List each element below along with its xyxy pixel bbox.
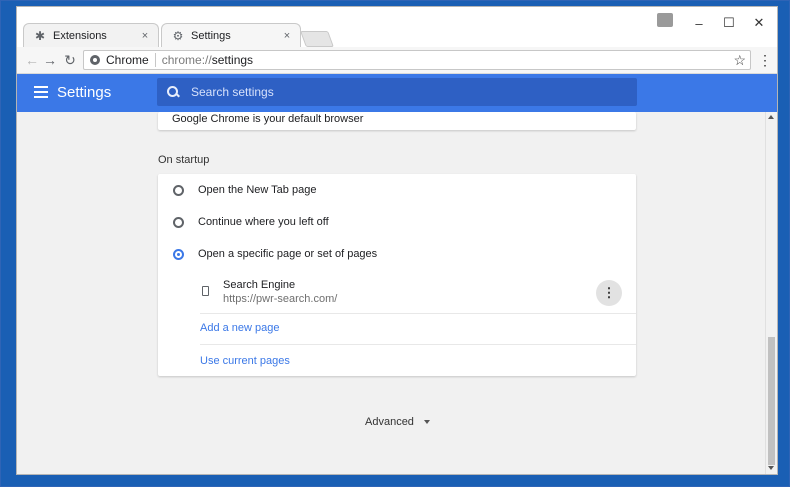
divider — [200, 313, 636, 314]
puzzle-icon: ✱ — [34, 28, 46, 43]
chrome-menu-icon[interactable]: ⋮ — [757, 51, 773, 69]
tab-label: Extensions — [53, 29, 107, 42]
search-input[interactable] — [189, 84, 613, 100]
chevron-down-icon — [423, 420, 430, 424]
radio-label: Continue where you left off — [198, 216, 329, 228]
url-text: chrome://settings — [156, 53, 253, 67]
add-new-page-link[interactable]: Add a new page — [200, 322, 280, 334]
radio-label: Open the New Tab page — [198, 184, 317, 196]
tab-extensions[interactable]: ✱ Extensions × — [23, 23, 159, 47]
use-current-pages-link[interactable]: Use current pages — [200, 355, 290, 367]
url-scheme: chrome:// — [161, 53, 212, 67]
radio-button[interactable] — [173, 216, 184, 228]
hamburger-menu-icon[interactable] — [34, 86, 48, 98]
search-icon — [167, 86, 179, 98]
vertical-scrollbar[interactable] — [765, 112, 777, 474]
page-title: Settings — [57, 84, 112, 101]
chrome-icon — [90, 55, 100, 65]
back-button[interactable]: ← — [23, 51, 41, 69]
new-tab-button[interactable] — [300, 31, 334, 47]
settings-header: Settings — [17, 74, 777, 112]
on-startup-card: Open the New Tab page Continue where you… — [158, 174, 636, 376]
radio-button[interactable] — [173, 184, 184, 196]
title-bar: ✱ Extensions × ⚙ Settings × – ☐ ✕ — [17, 7, 777, 47]
radio-option-specific-pages[interactable]: Open a specific page or set of pages — [158, 239, 636, 269]
maximize-button[interactable]: ☐ — [717, 13, 741, 33]
advanced-toggle[interactable]: Advanced — [365, 416, 430, 428]
scrollbar-thumb[interactable] — [768, 337, 775, 465]
radio-label: Open a specific page or set of pages — [198, 248, 378, 260]
startup-page-url: https://pwr-search.com/ — [223, 293, 338, 305]
omnibox-chip-label: Chrome — [106, 53, 149, 67]
gear-icon: ⚙ — [172, 28, 184, 43]
scroll-down-arrow-icon[interactable] — [768, 466, 774, 470]
browser-window: ✱ Extensions × ⚙ Settings × – ☐ ✕ ← → ↻ … — [16, 6, 778, 475]
tab-label: Settings — [191, 29, 231, 42]
tab-close-icon[interactable]: × — [280, 30, 294, 42]
divider — [200, 344, 636, 345]
scroll-up-arrow-icon[interactable] — [768, 115, 774, 119]
radio-option-continue[interactable]: Continue where you left off — [158, 207, 636, 237]
radio-option-new-tab[interactable]: Open the New Tab page — [158, 175, 636, 205]
profile-icon[interactable] — [657, 13, 673, 27]
settings-content: Google Chrome is your default browser On… — [17, 112, 765, 474]
section-title-on-startup: On startup — [158, 154, 210, 166]
startup-page-entry: Search Engine https://pwr-search.com/ ⋮ — [158, 272, 636, 312]
reload-button[interactable]: ↻ — [61, 51, 79, 69]
address-bar[interactable]: Chrome chrome://settings ☆ — [83, 50, 751, 70]
advanced-label: Advanced — [365, 416, 414, 428]
minimize-button[interactable]: – — [687, 13, 711, 33]
bookmark-star-icon[interactable]: ☆ — [733, 52, 746, 69]
browser-toolbar: ← → ↻ Chrome chrome://settings ☆ ⋮ — [17, 47, 777, 74]
page-file-icon — [202, 286, 209, 296]
default-browser-card: Google Chrome is your default browser — [158, 112, 636, 130]
omnibox-chip[interactable]: Chrome — [84, 53, 156, 67]
default-browser-text: Google Chrome is your default browser — [172, 113, 364, 125]
tab-close-icon[interactable]: × — [138, 30, 152, 42]
startup-page-name: Search Engine — [223, 279, 296, 291]
close-window-button[interactable]: ✕ — [747, 13, 771, 33]
radio-button-checked[interactable] — [173, 248, 184, 260]
more-actions-icon[interactable]: ⋮ — [596, 280, 622, 306]
url-path: settings — [211, 53, 254, 67]
forward-button[interactable]: → — [41, 51, 59, 69]
tab-settings[interactable]: ⚙ Settings × — [161, 23, 301, 47]
search-box[interactable] — [157, 78, 637, 106]
